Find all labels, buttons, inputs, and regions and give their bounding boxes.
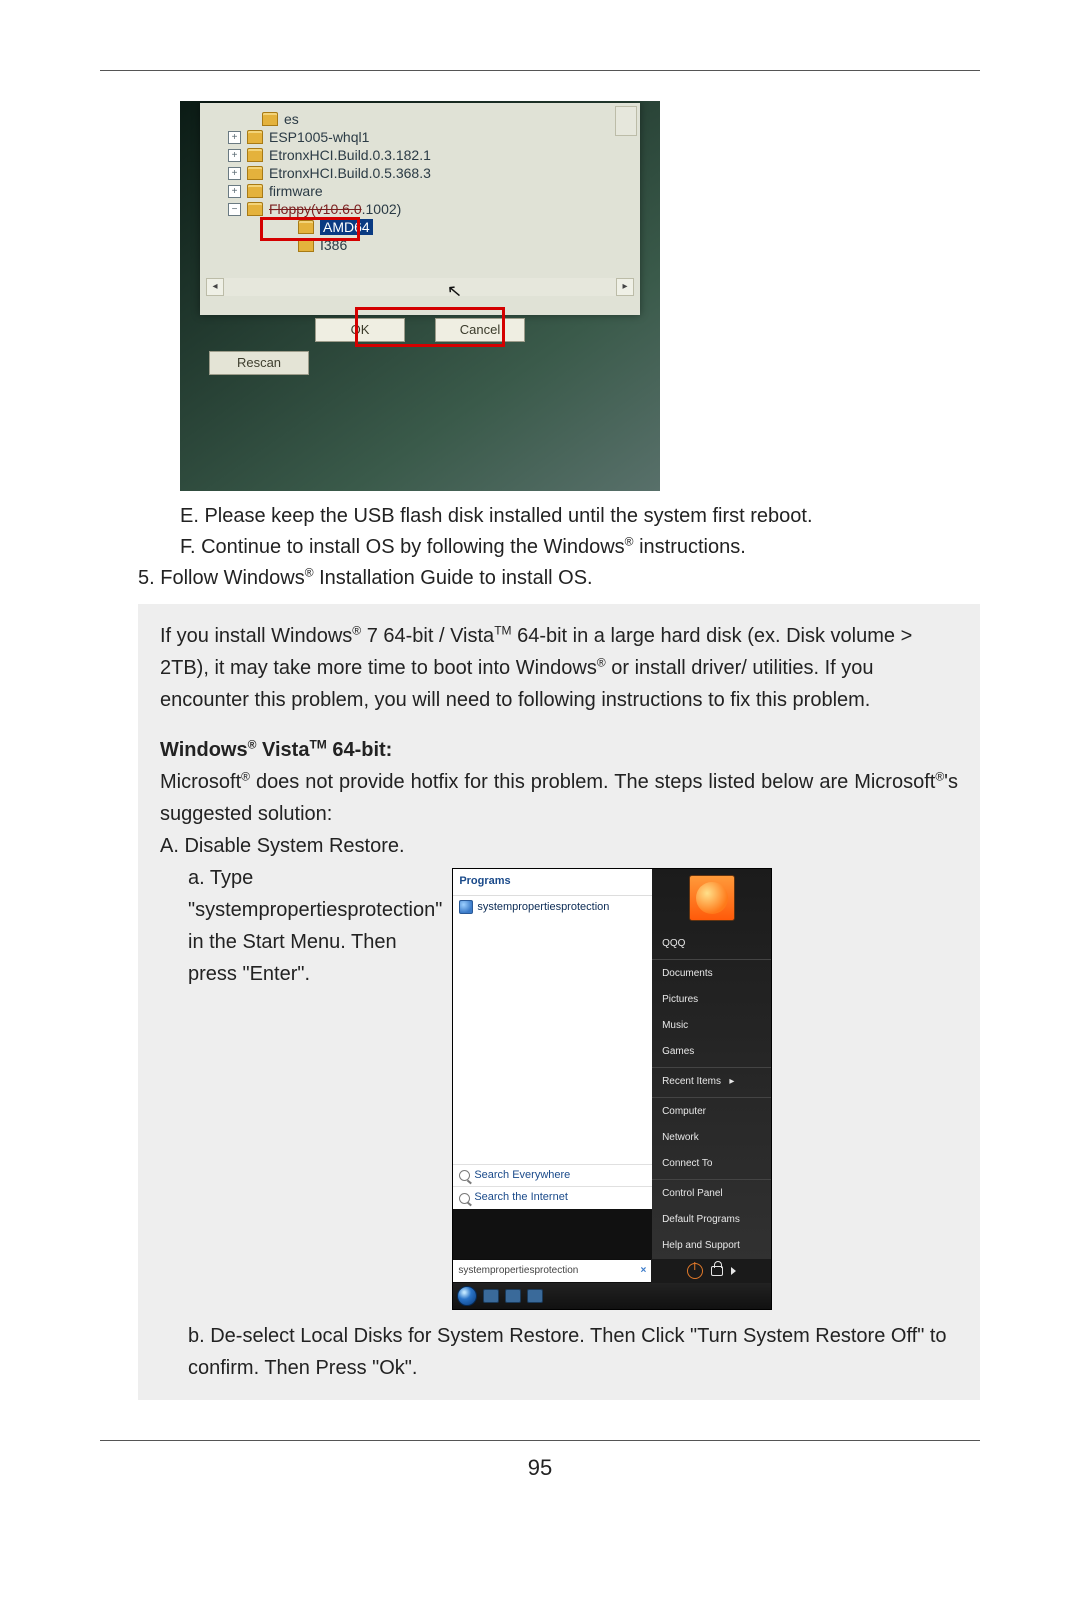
screenshot-vista-startmenu: Programs systempropertiesprotection Sear… [452,868,772,1310]
folder-label: EtronxHCI.Build.0.3.182.1 [269,147,431,163]
search-icon [459,1170,470,1181]
program-icon [459,900,473,914]
tree-row[interactable]: + EtronxHCI.Build.0.3.182.1 [228,147,630,163]
folder-label: es [284,111,299,127]
startmenu-search-input[interactable]: systempropertiesprotection × [453,1260,651,1282]
bottom-rule [100,1440,980,1441]
startmenu-left-pane: Programs systempropertiesprotection Sear… [453,869,652,1209]
power-bar [651,1259,771,1283]
menu-computer[interactable]: Computer [652,1097,771,1125]
expander-icon[interactable]: − [228,203,241,216]
menu-user[interactable]: QQQ [652,931,771,957]
startmenu-bottom: systempropertiesprotection × [453,1259,771,1283]
programs-header: Programs [453,869,652,896]
menu-music[interactable]: Music [652,1013,771,1039]
startmenu-right-pane: QQQ Documents Pictures Music Games Recen… [652,869,771,1259]
expander-icon[interactable]: + [228,185,241,198]
tree-row[interactable]: + ESP1005-whql1 [228,129,630,145]
clear-search-icon[interactable]: × [640,1263,646,1279]
highlight-amd64 [260,217,360,241]
menu-default-programs[interactable]: Default Programs [652,1207,771,1233]
cursor-icon: ↖ [446,280,463,302]
tree-row[interactable]: es [262,111,630,127]
scroll-right-icon[interactable]: ▸ [616,278,634,296]
folder-icon [247,202,263,216]
user-avatar-icon[interactable] [689,875,735,921]
expander-icon[interactable]: + [228,149,241,162]
search-text: systempropertiesprotection [458,1263,578,1279]
folder-icon [262,112,278,126]
dialog-screen: es + ESP1005-whql1 + EtronxHCI.Build.0.3.1… [200,103,640,315]
menu-recent-items[interactable]: Recent Items ▸ [652,1067,771,1095]
page-number: 95 [100,1455,980,1481]
menu-games[interactable]: Games [652,1039,771,1065]
screenshot-driver-browse: es + ESP1005-whql1 + EtronxHCI.Build.0.3.1… [180,101,660,491]
taskbar [453,1283,771,1309]
menu-control-panel[interactable]: Control Panel [652,1179,771,1207]
folder-label: EtronxHCI.Build.0.5.368.3 [269,165,431,181]
tree-row[interactable]: + firmware [228,183,630,199]
tree-row[interactable]: + EtronxHCI.Build.0.5.368.3 [228,165,630,181]
step-A-a: a. Type "systempropertiesprotection" in … [188,862,442,990]
taskbar-icon[interactable] [505,1289,521,1303]
tree-row[interactable]: − Floppy(v10.6.0.1002) [228,201,630,217]
step-A-b: b. De-select Local Disks for System Rest… [188,1320,958,1384]
menu-help[interactable]: Help and Support [652,1233,771,1259]
menu-connect-to[interactable]: Connect To [652,1151,771,1177]
chevron-right-icon[interactable] [731,1267,736,1275]
result-label: systempropertiesprotection [477,899,609,917]
folder-label: firmware [269,183,323,199]
menu-pictures[interactable]: Pictures [652,987,771,1013]
folder-icon [247,130,263,144]
search-internet-link[interactable]: Search the Internet [453,1186,652,1209]
start-orb-icon[interactable] [457,1286,477,1306]
folder-label: Floppy(v10.6.0.1002) [269,201,401,217]
scrollbar-horizontal[interactable]: ◂ ▸ [206,278,634,296]
expander-icon[interactable]: + [228,131,241,144]
scroll-left-icon[interactable]: ◂ [206,278,224,296]
folder-icon [247,184,263,198]
search-icon [459,1193,470,1204]
lock-icon[interactable] [711,1266,723,1276]
search-result-item[interactable]: systempropertiesprotection [453,896,652,920]
top-rule [100,70,980,71]
taskbar-icon[interactable] [483,1289,499,1303]
note-paragraph-1: If you install Windows® 7 64-bit / Vista… [160,620,958,716]
menu-documents[interactable]: Documents [652,959,771,987]
step-e: E. Please keep the USB flash disk instal… [180,501,980,532]
expander-icon[interactable]: + [228,167,241,180]
power-icon[interactable] [687,1263,703,1279]
step-f: F. Continue to install OS by following t… [180,532,980,563]
step-5: 5. Follow Windows® Installation Guide to… [138,563,980,594]
scrollbar-vertical-stub[interactable] [615,106,637,136]
highlight-ok [355,307,505,347]
search-everywhere-link[interactable]: Search Everywhere [453,1164,652,1187]
note-box: If you install Windows® 7 64-bit / Vista… [138,604,980,1400]
document-page: es + ESP1005-whql1 + EtronxHCI.Build.0.3.1… [0,0,1080,1619]
note-heading-vista: Windows® VistaTM 64-bit: [160,734,958,766]
menu-network[interactable]: Network [652,1125,771,1151]
taskbar-icon[interactable] [527,1289,543,1303]
folder-icon [247,166,263,180]
step-A: A. Disable System Restore. [160,830,958,862]
folder-label: ESP1005-whql1 [269,129,369,145]
rescan-button[interactable]: Rescan [209,351,309,375]
note-paragraph-2: Microsoft® does not provide hotfix for t… [160,766,958,830]
folder-icon [247,148,263,162]
